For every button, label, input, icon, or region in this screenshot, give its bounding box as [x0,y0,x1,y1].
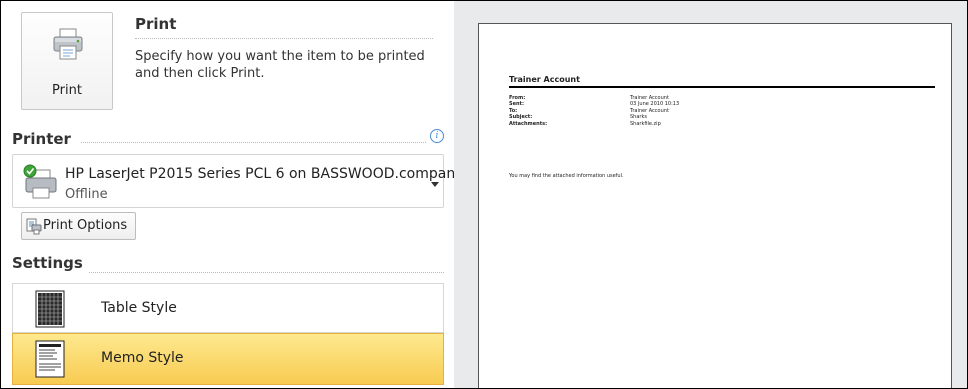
divider [135,38,433,39]
print-heading: Print [135,15,177,33]
print-button[interactable]: Print [21,12,113,110]
info-icon[interactable]: i [430,129,444,143]
divider [89,272,444,273]
printer-status: Offline [65,187,108,202]
print-backstage: Print Print Specify how you want the ite… [0,0,968,389]
settings-heading: Settings [12,254,83,272]
memo-style-label: Memo Style [101,350,184,366]
printer-heading: Printer [12,130,71,148]
preview-header-fields: From: Trainer Account Sent: 03 June 2010 1… [509,95,679,127]
print-style-list: Table Style Memo Style [12,283,444,387]
preview-title-rule [509,86,935,88]
memo-style-icon [35,340,65,378]
table-style-label: Table Style [101,300,177,316]
preview-body: You may find the attached information us… [509,173,624,179]
table-style-icon [35,290,65,328]
preview-field: Attachments: Sharkfile.zip [509,120,661,127]
table-style-option[interactable]: Table Style [12,283,444,333]
print-description: Specify how you want the item to be prin… [135,49,425,81]
preview-page: Trainer Account From: Trainer Account Sen… [478,23,952,388]
divider [81,142,426,143]
printer-name: HP LaserJet P2015 Series PCL 6 on BASSWO… [65,166,486,182]
print-options-icon [26,218,42,235]
print-button-label: Print [52,83,82,98]
print-options-label: Print Options [43,218,128,233]
chevron-down-icon[interactable] [431,182,439,187]
print-options-button[interactable]: Print Options [21,212,136,240]
memo-style-option[interactable]: Memo Style [12,333,444,385]
print-settings-pane: Print Print Specify how you want the ite… [1,1,486,388]
printer-icon [53,28,83,60]
printer-dropdown[interactable]: HP LaserJet P2015 Series PCL 6 on BASSWO… [12,154,486,208]
preview-title: Trainer Account [509,75,580,84]
printer-icon [23,164,57,199]
